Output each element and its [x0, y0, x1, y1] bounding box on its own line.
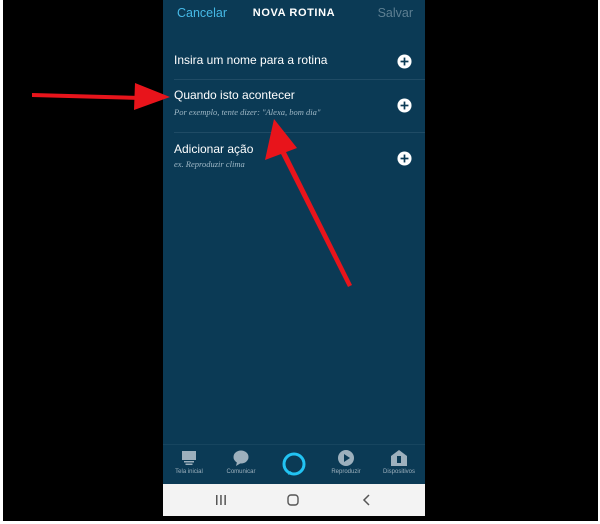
- routine-name-label: Insira um nome para a rotina: [174, 53, 328, 67]
- bottom-navigation: Tela inicial Comunicar Reproduzir Dispos…: [163, 444, 425, 485]
- phone-screen: Cancelar NOVA ROTINA Salvar Insira um no…: [163, 0, 425, 516]
- add-action-label: Adicionar ação: [174, 142, 254, 156]
- header: Cancelar NOVA ROTINA Salvar: [163, 0, 425, 30]
- home-button-icon[interactable]: [286, 494, 300, 506]
- back-icon[interactable]: [361, 494, 373, 506]
- system-navigation-bar: [163, 484, 425, 516]
- save-button[interactable]: Salvar: [378, 6, 413, 20]
- trigger-label: Quando isto acontecer: [174, 88, 295, 102]
- alexa-ring-icon: [282, 452, 306, 476]
- devices-icon: [391, 450, 407, 466]
- add-action-icon[interactable]: [397, 151, 412, 166]
- nav-home[interactable]: Tela inicial: [163, 449, 215, 475]
- nav-communicate-label: Comunicar: [226, 469, 256, 475]
- nav-communicate[interactable]: Comunicar: [215, 449, 267, 475]
- routine-name-row[interactable]: Insira um nome para a rotina: [163, 44, 425, 80]
- nav-play[interactable]: Reproduzir: [320, 449, 372, 475]
- app-content: Cancelar NOVA ROTINA Salvar Insira um no…: [163, 0, 425, 485]
- nav-home-label: Tela inicial: [175, 469, 203, 475]
- add-action-row[interactable]: Adicionar ação ex. Reproduzir clima: [163, 133, 425, 177]
- nav-devices[interactable]: Dispositivos: [373, 449, 425, 475]
- trigger-row[interactable]: Quando isto acontecer Por exemplo, tente…: [163, 80, 425, 132]
- play-icon: [338, 450, 354, 466]
- add-action-hint: ex. Reproduzir clima: [174, 159, 245, 169]
- home-icon: [182, 451, 196, 465]
- nav-play-label: Reproduzir: [331, 469, 361, 475]
- recent-apps-icon[interactable]: [214, 494, 228, 506]
- nav-alexa[interactable]: [268, 451, 320, 477]
- chat-bubble-icon: [233, 450, 249, 466]
- trigger-hint: Por exemplo, tente dizer: "Alexa, bom di…: [174, 107, 321, 117]
- add-name-icon[interactable]: [397, 54, 412, 69]
- nav-devices-label: Dispositivos: [382, 469, 415, 475]
- add-trigger-icon[interactable]: [397, 98, 412, 113]
